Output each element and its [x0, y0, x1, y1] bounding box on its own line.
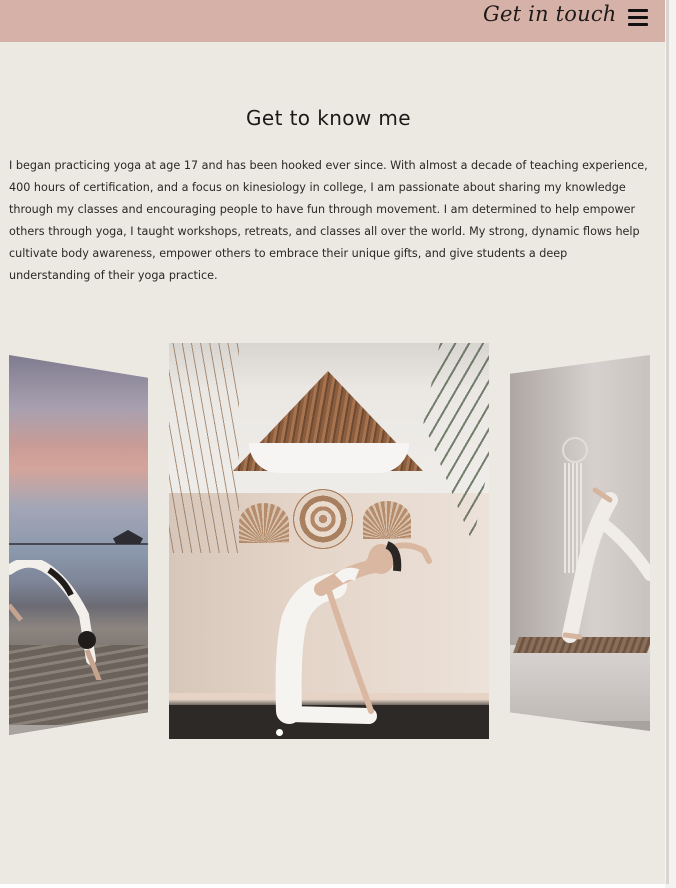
dried-grass-decor	[169, 343, 239, 553]
photo-carousel	[0, 340, 665, 750]
yoga-figure-split-pose	[562, 487, 650, 643]
menu-bar-top	[628, 9, 648, 12]
section-title: Get to know me	[245, 106, 412, 130]
menu-bar-middle	[628, 16, 648, 19]
site-header: Get in touch	[0, 0, 665, 42]
carousel-indicator-dot[interactable]	[276, 729, 283, 736]
yoga-figure-camel-pose	[275, 541, 432, 724]
get-in-touch-link[interactable]: Get in touch	[483, 2, 617, 26]
yoga-figure-wheel-pose	[9, 560, 104, 680]
page: Get in touch Get to know me I began prac…	[0, 0, 665, 884]
arched-shelf	[249, 443, 409, 473]
slide-shadow	[510, 721, 650, 731]
floor	[510, 645, 650, 731]
hamburger-menu-icon[interactable]	[626, 6, 650, 28]
menu-bar-bottom	[628, 23, 648, 26]
carousel-slide-current[interactable]	[169, 343, 489, 739]
slide-shadow	[9, 725, 148, 735]
carousel-slide-next[interactable]	[510, 355, 650, 731]
about-paragraph: I began practicing yoga at age 17 and ha…	[9, 159, 648, 282]
carousel-slide-previous[interactable]	[9, 355, 148, 735]
water-hut	[113, 530, 143, 544]
scrollbar-thumb[interactable]	[666, 0, 669, 884]
dreamcatcher-hoop	[562, 437, 588, 463]
